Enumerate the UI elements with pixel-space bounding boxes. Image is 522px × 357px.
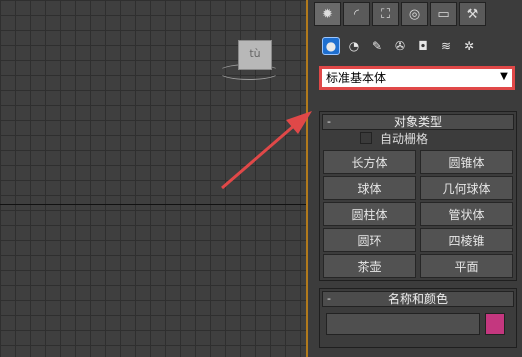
- command-panel: ✹ ◜ ⛶ ◎ ▭ ⚒ ● ◔ ✎ ✇ ◘ ≋ ✲ 标准基本体 ▼ - 对象类型…: [308, 0, 522, 357]
- tube-button[interactable]: 管状体: [420, 202, 513, 226]
- chevron-down-icon[interactable]: ▼: [498, 71, 510, 83]
- viewcube-label: tù: [249, 47, 261, 60]
- display-icon: ▭: [437, 6, 450, 22]
- create-category-row: ● ◔ ✎ ✇ ◘ ≋ ✲: [322, 37, 478, 55]
- object-type-rollout: - 对象类型 自动栅格 长方体 圆锥体 球体 几何球体 圆柱体 管状体 圆环 四…: [319, 111, 517, 281]
- tab-hierarchy[interactable]: ⛶: [372, 2, 399, 26]
- tab-modify[interactable]: ◜: [343, 2, 370, 26]
- rollout-title: 名称和颜色: [387, 292, 448, 306]
- tab-motion[interactable]: ◎: [401, 2, 428, 26]
- grid-axis-horizontal: [0, 204, 308, 205]
- highlight-box: 标准基本体 ▼: [319, 66, 515, 90]
- geometry-icon[interactable]: ●: [322, 37, 340, 55]
- cameras-icon[interactable]: ✇: [391, 37, 409, 55]
- helpers-icon[interactable]: ◘: [414, 37, 432, 55]
- tab-create[interactable]: ✹: [314, 2, 341, 26]
- spacewarps-icon[interactable]: ≋: [437, 37, 455, 55]
- shapes-icon[interactable]: ◔: [345, 37, 363, 55]
- object-name-field[interactable]: [326, 313, 480, 335]
- autogrid-label: 自动栅格: [380, 131, 429, 146]
- box-button[interactable]: 长方体: [323, 150, 416, 174]
- rollout-title: 对象类型: [393, 115, 442, 129]
- name-color-rollout: - 名称和颜色: [319, 288, 517, 348]
- cylinder-button[interactable]: 圆柱体: [323, 202, 416, 226]
- object-type-header[interactable]: - 对象类型: [322, 114, 514, 130]
- autogrid-option[interactable]: 自动栅格: [360, 130, 428, 146]
- hierarchy-icon: ⛶: [380, 6, 391, 22]
- systems-icon[interactable]: ✲: [460, 37, 478, 55]
- teapot-button[interactable]: 茶壶: [323, 254, 416, 278]
- cone-button[interactable]: 圆锥体: [420, 150, 513, 174]
- primitive-buttons: 长方体 圆锥体 球体 几何球体 圆柱体 管状体 圆环 四棱锥 茶壶 平面: [323, 150, 513, 278]
- motion-icon: ◎: [408, 6, 421, 22]
- autogrid-checkbox[interactable]: [360, 132, 372, 144]
- modify-icon: ◜: [353, 6, 360, 22]
- perspective-viewport[interactable]: tù: [0, 0, 308, 357]
- geosphere-button[interactable]: 几何球体: [420, 176, 513, 200]
- name-color-header[interactable]: - 名称和颜色: [322, 291, 514, 307]
- utilities-icon: ⚒: [466, 6, 479, 22]
- object-color-swatch[interactable]: [485, 313, 505, 335]
- lights-icon[interactable]: ✎: [368, 37, 386, 55]
- viewcube[interactable]: tù: [238, 40, 272, 70]
- sphere-button[interactable]: 球体: [323, 176, 416, 200]
- plane-button[interactable]: 平面: [420, 254, 513, 278]
- torus-button[interactable]: 圆环: [323, 228, 416, 252]
- command-panel-tabs: ✹ ◜ ⛶ ◎ ▭ ⚒: [314, 2, 486, 28]
- geometry-type-dropdown[interactable]: 标准基本体: [322, 69, 512, 87]
- tab-display[interactable]: ▭: [430, 2, 457, 26]
- tab-utilities[interactable]: ⚒: [459, 2, 486, 26]
- pyramid-button[interactable]: 四棱锥: [420, 228, 513, 252]
- create-icon: ✹: [322, 6, 333, 22]
